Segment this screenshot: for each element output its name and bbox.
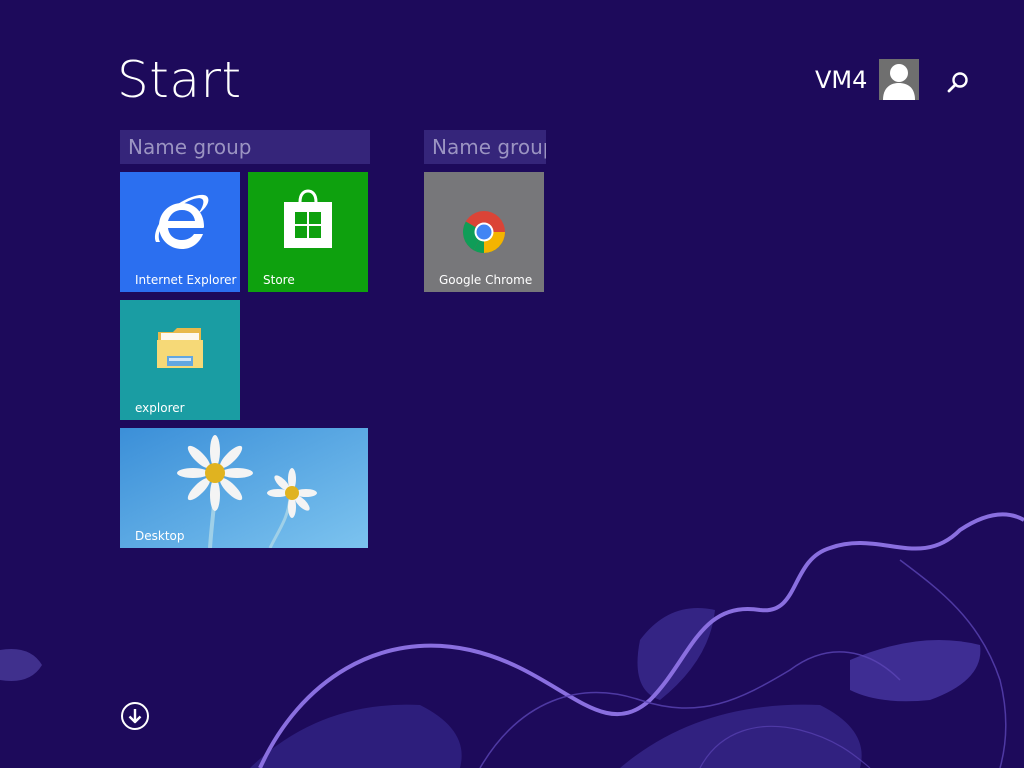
group-name-field-2[interactable]: Name group xyxy=(424,130,546,164)
tile-google-chrome[interactable]: Google Chrome xyxy=(424,172,544,292)
user-silhouette-icon[interactable] xyxy=(879,59,919,100)
down-arrow-circle-icon xyxy=(121,702,149,730)
tile-internet-explorer[interactable]: Internet Explorer xyxy=(120,172,240,292)
magnifier-icon xyxy=(947,72,968,93)
file-explorer-folder-icon xyxy=(157,328,203,368)
group-name-field-1[interactable]: Name group xyxy=(120,130,370,164)
tile-label: explorer xyxy=(135,401,185,415)
all-apps-button[interactable] xyxy=(120,701,150,731)
search-button[interactable] xyxy=(945,70,971,96)
start-title: Start xyxy=(117,51,242,109)
store-bag-icon xyxy=(284,189,332,248)
chrome-icon xyxy=(462,211,505,254)
tile-label: Store xyxy=(263,273,295,287)
tile-label: Desktop xyxy=(135,529,185,543)
tile-label: Google Chrome xyxy=(439,273,533,287)
internet-explorer-icon xyxy=(154,194,209,249)
user-name[interactable]: VM4 xyxy=(815,66,867,94)
tile-label: Internet Explorer xyxy=(135,273,237,287)
tile-explorer[interactable]: explorer xyxy=(120,300,240,420)
tile-store[interactable]: Store xyxy=(248,172,368,292)
tile-desktop[interactable]: Desktop xyxy=(120,428,368,548)
